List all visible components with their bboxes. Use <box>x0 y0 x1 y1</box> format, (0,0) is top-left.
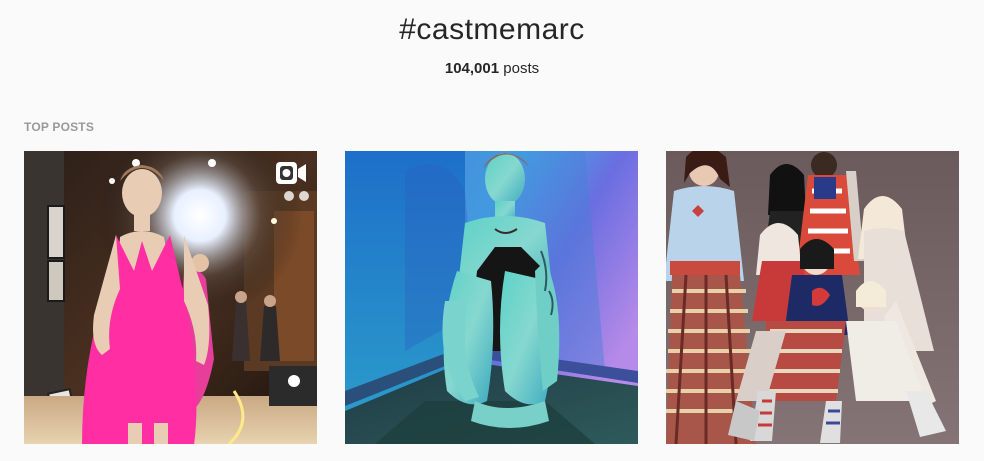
hashtag-title: #castmemarc <box>399 13 585 46</box>
post-count: 104,001 posts <box>0 59 984 79</box>
post-3-image <box>666 151 959 444</box>
top-post-1[interactable] <box>24 151 317 444</box>
post-count-number: 104,001 <box>444 60 500 77</box>
top-post-2[interactable] <box>345 151 638 444</box>
hashtag-page: #castmemarc 104,001 posts TOP POSTS <box>0 0 984 461</box>
post-2-image <box>345 151 638 444</box>
top-post-3[interactable] <box>666 151 959 444</box>
top-posts-grid <box>24 151 960 444</box>
top-posts-label: TOP POSTS <box>24 120 95 134</box>
post-1-image <box>24 151 317 444</box>
post-count-suffix: posts <box>499 60 540 77</box>
video-camera-icon <box>275 161 307 187</box>
